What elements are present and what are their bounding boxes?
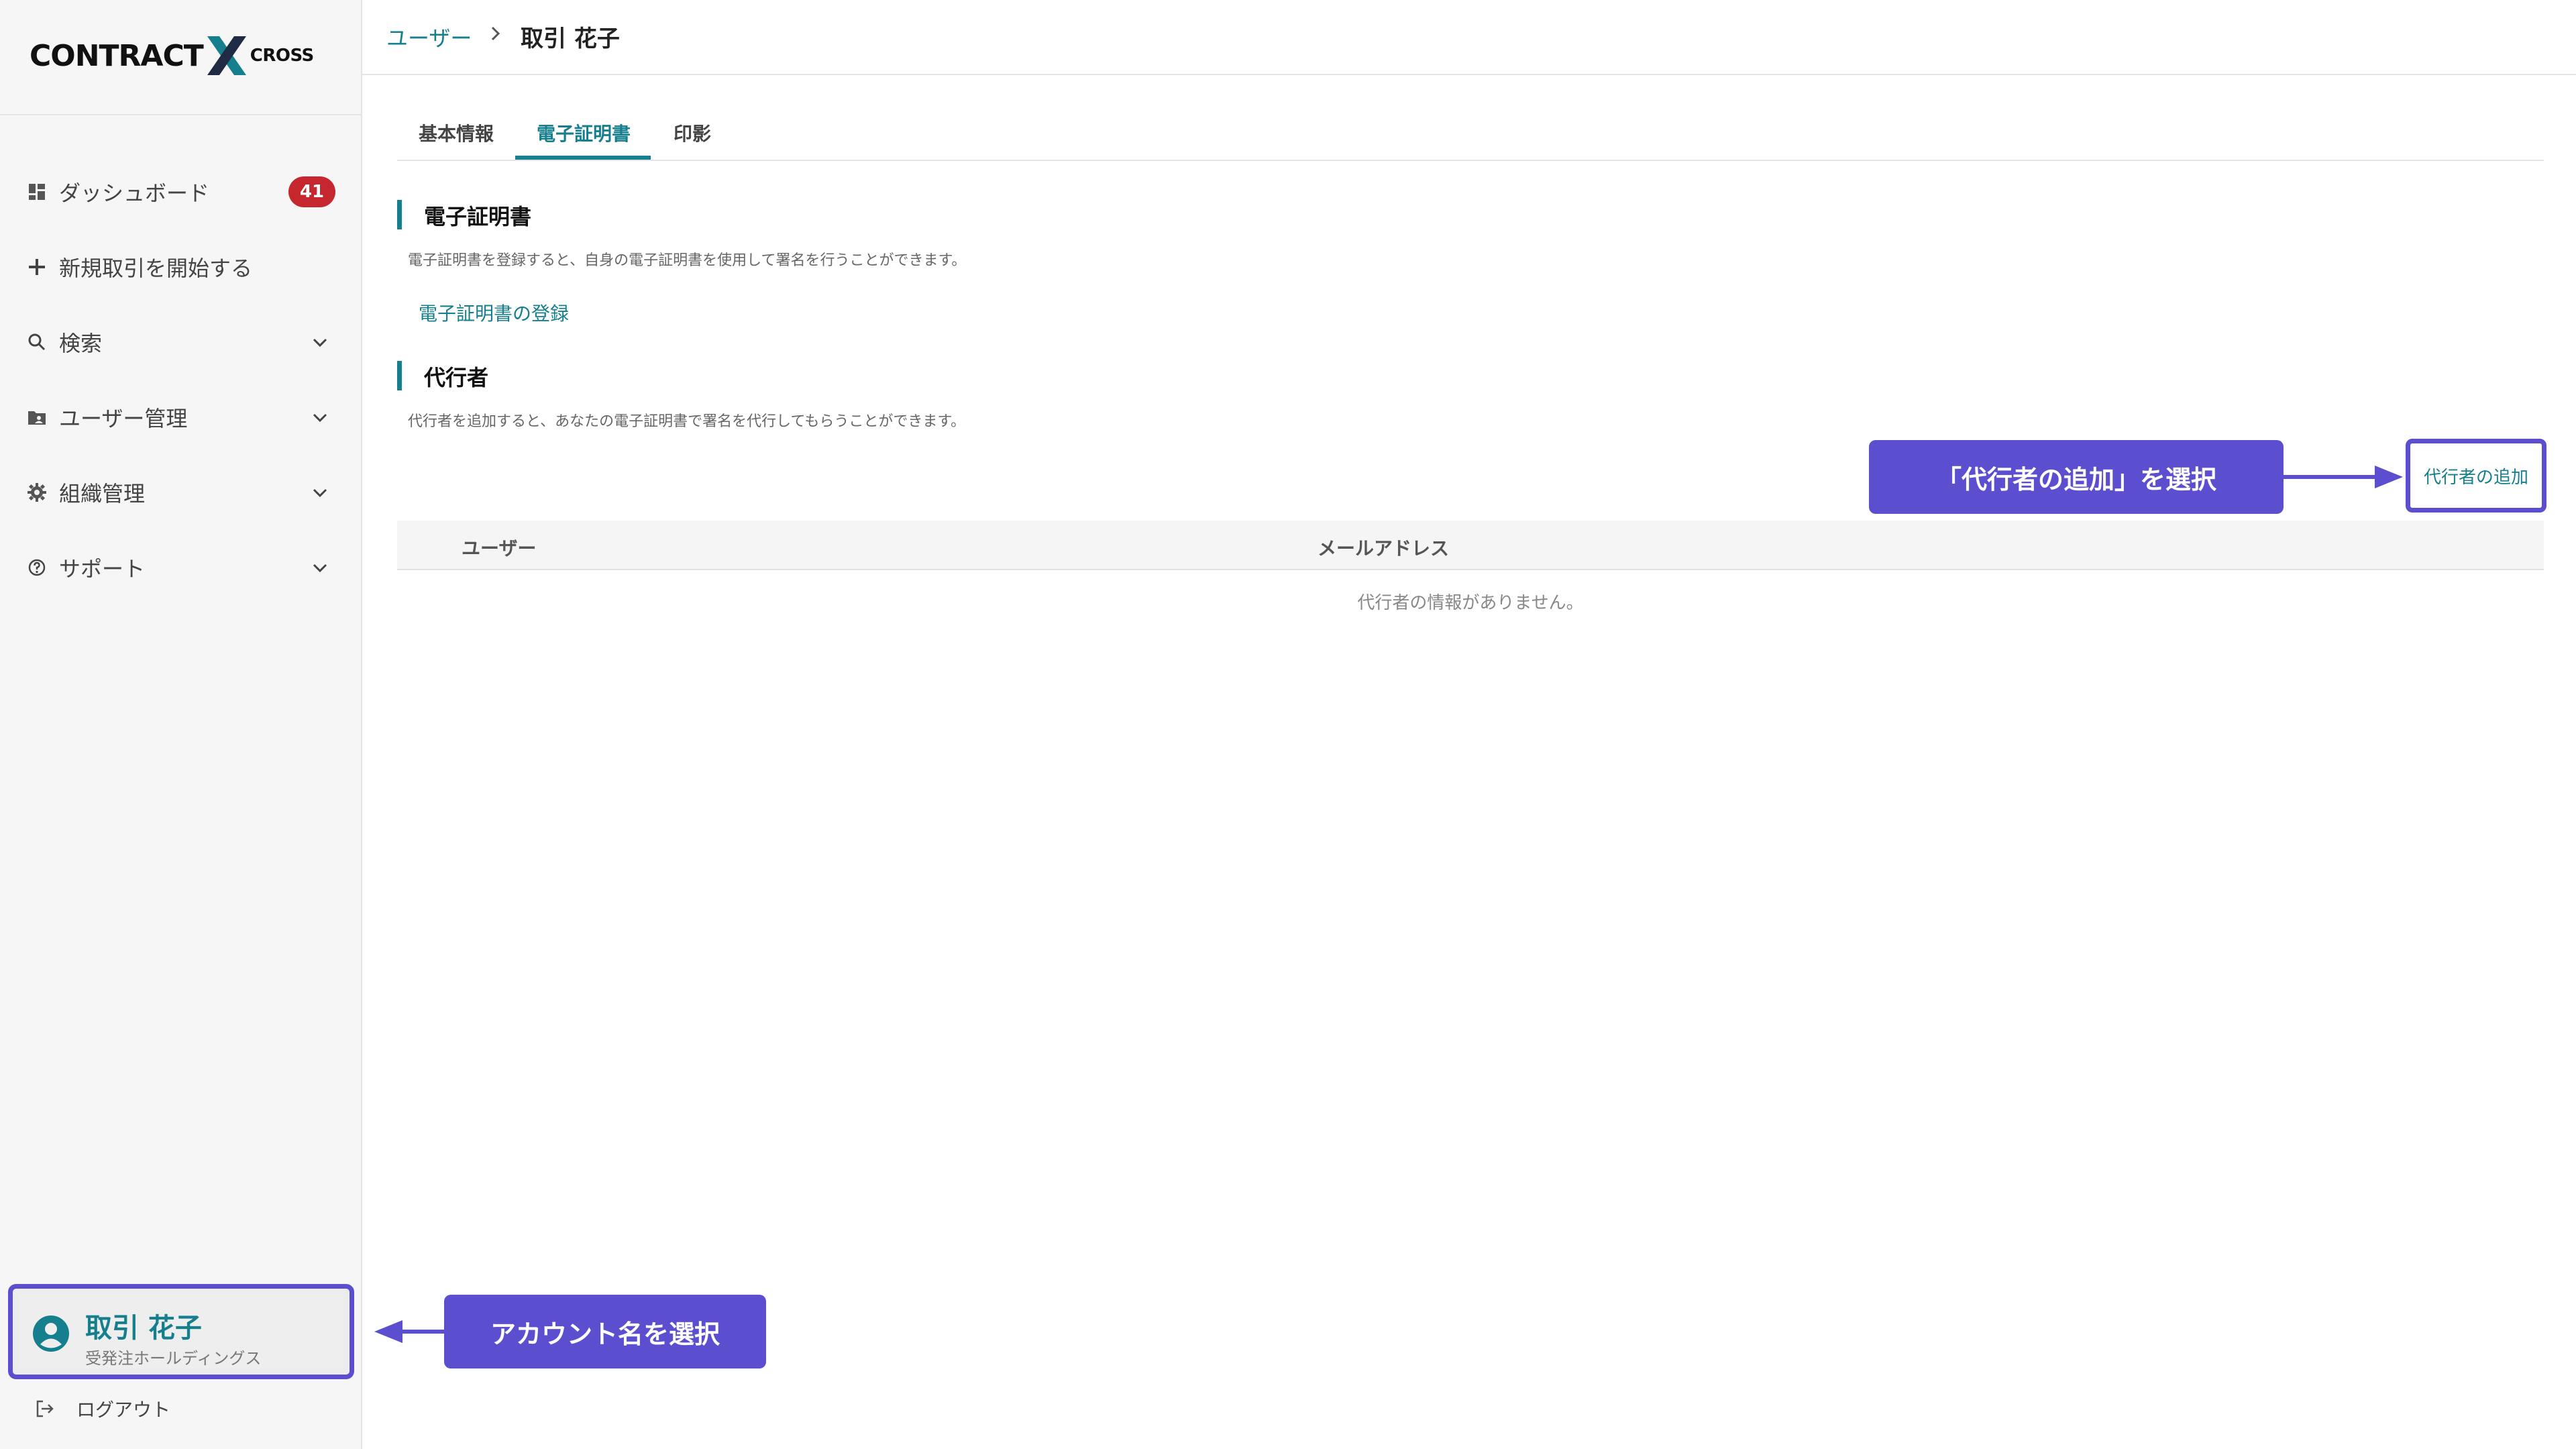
plus-icon (27, 257, 47, 277)
search-icon (27, 332, 47, 352)
add-proxy-button[interactable]: 代行者の追加 (2406, 439, 2546, 513)
sidebar-item-label: ユーザー管理 (59, 406, 188, 431)
empty-state-message: 代行者の情報がありません。 (1357, 593, 1584, 613)
breadcrumb-current: 取引 花子 (521, 25, 620, 52)
sidebar-item-label: 組織管理 (59, 481, 146, 506)
sidebar-item-org-management[interactable]: 組織管理 (0, 459, 362, 526)
logout-icon (36, 1400, 54, 1417)
proxy-description: 代行者を追加すると、あなたの電子証明書で署名を代行してもらうことができます。 (408, 413, 966, 430)
callout-add-proxy: 「代行者の追加」を選択 (1869, 440, 2284, 514)
notification-badge: 41 (288, 176, 335, 207)
tab-basic-info[interactable]: 基本情報 (419, 119, 494, 146)
column-header-email: メールアドレス (1318, 537, 1450, 559)
callout-account: アカウント名を選択 (444, 1295, 766, 1368)
column-header-user: ユーザー (462, 537, 537, 559)
sidebar-item-label: 検索 (59, 331, 103, 356)
sidebar-item-label: 新規取引を開始する (59, 256, 253, 281)
section-marker (397, 200, 402, 229)
header: ユーザー 取引 花子 (362, 0, 2576, 75)
active-tab-indicator (515, 156, 651, 160)
callout-arrow-right (2284, 466, 2403, 488)
certificate-description: 電子証明書を登録すると、自身の電子証明書を使用して署名を行うことができます。 (408, 252, 967, 269)
logo[interactable]: CONTRACT CROSS (30, 34, 338, 78)
account-card: 取引 花子 受発注ホールディングス (18, 1294, 344, 1369)
callout-arrow-left (374, 1320, 444, 1343)
add-proxy-label: 代行者の追加 (2423, 467, 2528, 488)
logo-x-mark (207, 36, 246, 75)
chevron-down-icon[interactable] (310, 557, 330, 578)
section-marker (397, 361, 402, 390)
sidebar-item-label: サポート (59, 556, 146, 582)
logo-text: CONTRACT (30, 38, 204, 73)
dashboard-icon (27, 182, 47, 202)
sidebar: CONTRACT CROSS ダッシュボード 41 新規取引を開始する 検索 ユ… (0, 0, 362, 1449)
chevron-down-icon[interactable] (310, 332, 330, 352)
sidebar-divider (0, 114, 362, 115)
sidebar-item-label: ダッシュボード (59, 180, 210, 206)
account-menu[interactable]: 取引 花子 受発注ホールディングス (8, 1284, 354, 1379)
account-name: 取引 花子 (85, 1313, 202, 1344)
tab-seal[interactable]: 印影 (674, 119, 711, 146)
logout-label: ログアウト (76, 1399, 171, 1421)
tab-bar: 基本情報 電子証明書 印影 (397, 113, 2544, 161)
proxy-section-title: 代行者 (424, 365, 489, 390)
sidebar-item-user-management[interactable]: ユーザー管理 (0, 384, 362, 451)
proxy-table-header: ユーザー メールアドレス (397, 521, 2544, 570)
chevron-down-icon[interactable] (310, 407, 330, 427)
sidebar-item-search[interactable]: 検索 (0, 309, 362, 376)
breadcrumb-users-link[interactable]: ユーザー (386, 21, 472, 52)
sidebar-item-dashboard[interactable]: ダッシュボード 41 (0, 158, 362, 225)
user-avatar-icon (33, 1316, 69, 1352)
sidebar-item-support[interactable]: サポート (0, 534, 362, 601)
tab-certificate[interactable]: 電子証明書 (537, 119, 631, 146)
certificate-section-title: 電子証明書 (424, 204, 532, 229)
sidebar-item-new-trade[interactable]: 新規取引を開始する (0, 233, 362, 301)
help-circle-icon (27, 557, 47, 578)
folder-user-icon (27, 407, 47, 427)
logo-subtext: CROSS (250, 46, 315, 66)
gear-icon (27, 482, 47, 502)
account-organization: 受発注ホールディングス (85, 1349, 262, 1368)
chevron-right-icon (491, 26, 500, 41)
register-certificate-link[interactable]: 電子証明書の登録 (419, 299, 569, 326)
logout-link[interactable]: ログアウト (35, 1395, 170, 1422)
chevron-down-icon[interactable] (310, 482, 330, 502)
